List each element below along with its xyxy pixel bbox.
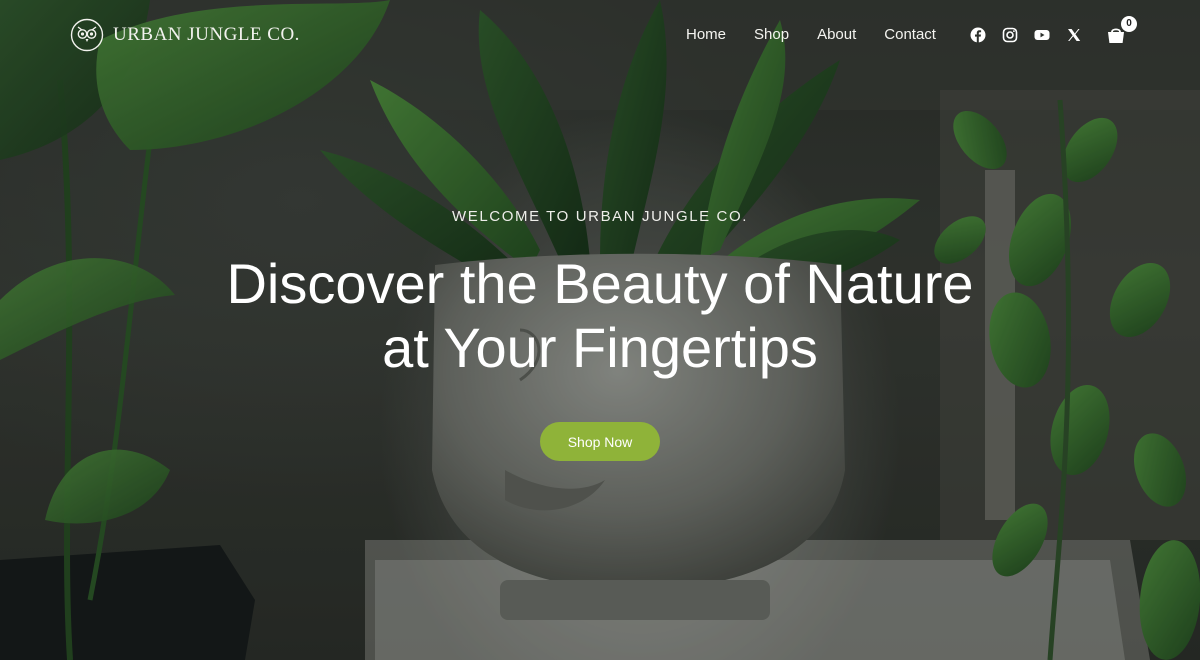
owl-logo-icon	[70, 18, 104, 52]
brand-name: URBAN JUNGLE CO.	[113, 24, 300, 45]
x-icon[interactable]	[1066, 27, 1082, 43]
nav-link-home[interactable]: Home	[686, 25, 726, 45]
cart-button[interactable]: 0	[1106, 16, 1137, 48]
youtube-icon[interactable]	[1034, 27, 1050, 43]
social-links	[970, 27, 1082, 43]
hero-headline: Discover the Beauty of Nature at Your Fi…	[226, 252, 974, 379]
instagram-icon[interactable]	[1002, 27, 1018, 43]
main-nav: Home Shop About Contact	[686, 25, 936, 45]
cart-count-badge: 0	[1121, 16, 1137, 32]
nav-link-shop[interactable]: Shop	[754, 25, 789, 45]
nav-link-about[interactable]: About	[817, 25, 856, 45]
nav-link-contact[interactable]: Contact	[884, 25, 936, 45]
site-header: URBAN JUNGLE CO. Home Shop About Contact	[0, 0, 1200, 72]
brand-logo-link[interactable]: URBAN JUNGLE CO.	[70, 18, 300, 52]
hero-eyebrow: WELCOME TO URBAN JUNGLE CO.	[451, 208, 749, 225]
shop-now-button[interactable]: Shop Now	[540, 422, 660, 461]
hero-section: URBAN JUNGLE CO. Home Shop About Contact	[0, 0, 1200, 660]
facebook-icon[interactable]	[970, 27, 986, 43]
